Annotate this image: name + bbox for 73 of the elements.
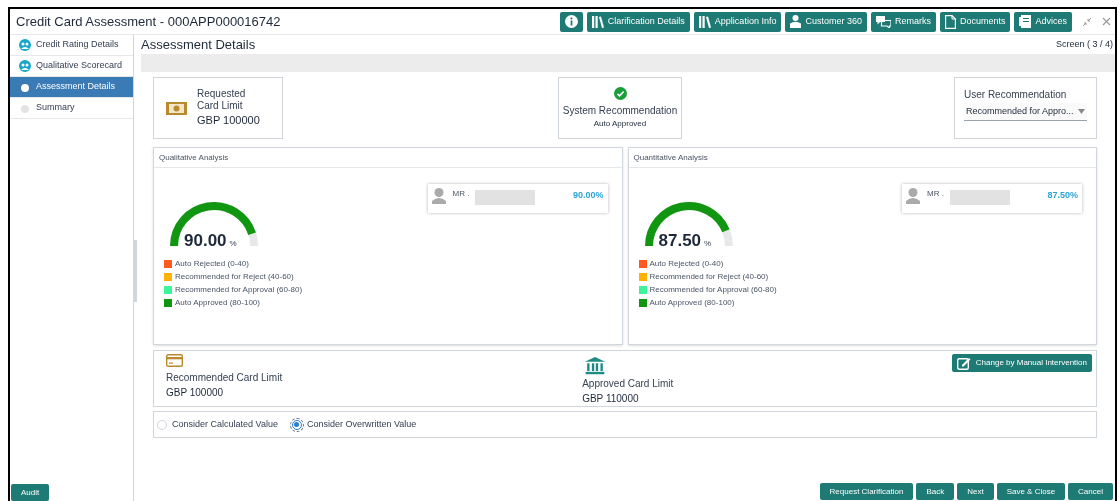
person-score: 90.00% bbox=[572, 189, 604, 202]
toolbar-button[interactable]: Clarification Details bbox=[586, 11, 690, 32]
legend-label: Auto Approved (80-100) bbox=[175, 297, 260, 309]
approved-limit-value: GBP 110000 bbox=[582, 392, 640, 406]
radio-option[interactable]: Consider Calculated Value bbox=[157, 417, 278, 432]
sidebar-item[interactable]: Credit Rating Details bbox=[10, 35, 133, 56]
document-icon bbox=[944, 14, 956, 29]
legend-label: Auto Approved (80-100) bbox=[649, 297, 735, 309]
sidebar-item[interactable]: Assessment Details bbox=[10, 77, 133, 98]
toolbar-button[interactable]: Advices bbox=[1014, 11, 1072, 32]
splitter-handle[interactable] bbox=[133, 240, 137, 302]
footer-button[interactable]: Audit bbox=[11, 484, 50, 501]
system-recommendation-label: System Recommendation bbox=[562, 103, 678, 118]
person-name: MR . bbox=[452, 188, 470, 200]
edit-icon bbox=[956, 356, 971, 370]
chat-icon bbox=[875, 15, 891, 28]
legend-label: Recommended for Reject (40-60) bbox=[175, 271, 294, 283]
panel-title: Qualitative Analysis bbox=[159, 151, 229, 164]
footer-button[interactable]: Request Clarification bbox=[819, 483, 914, 500]
window-title: Credit Card Assessment - 000APP000016742 bbox=[16, 12, 281, 31]
user-recommendation-label: User Recommendation bbox=[964, 88, 1068, 102]
toolbar-button[interactable]: Customer 360 bbox=[785, 11, 867, 32]
panel-title: Quantitative Analysis bbox=[633, 151, 708, 164]
page-title: Assessment Details bbox=[141, 38, 256, 51]
user-icon bbox=[431, 188, 446, 204]
step-pending-icon bbox=[21, 105, 29, 113]
system-recommendation-value: Auto Approved bbox=[593, 117, 647, 130]
stack-icon bbox=[1019, 15, 1032, 28]
step-done-icon bbox=[19, 60, 31, 72]
footer-button[interactable]: Save & Close bbox=[996, 483, 1066, 500]
gauge-score: 87.50 bbox=[658, 230, 702, 252]
books-icon bbox=[591, 15, 604, 28]
info-icon bbox=[564, 15, 578, 28]
legend-label: Auto Rejected (0-40) bbox=[175, 258, 249, 270]
legend-label: Auto Rejected (0-40) bbox=[649, 258, 724, 270]
step-done-icon bbox=[19, 39, 31, 51]
step-current-icon bbox=[21, 84, 29, 92]
gauge-score: 90.00 bbox=[184, 230, 227, 252]
banknote-icon bbox=[166, 101, 187, 115]
check-circle-icon bbox=[613, 86, 627, 100]
footer-button[interactable]: Next bbox=[957, 483, 994, 500]
redacted-bar bbox=[475, 190, 536, 205]
footer-button[interactable]: Cancel bbox=[1068, 483, 1113, 500]
toolbar-button[interactable]: Application Info bbox=[693, 11, 782, 32]
approved-limit-label: Approved Card Limit bbox=[582, 377, 674, 391]
recommended-limit-label: Recommended Card Limit bbox=[166, 371, 283, 385]
screen-counter: Screen ( 3 / 4) bbox=[1055, 37, 1113, 51]
books-icon bbox=[698, 15, 711, 28]
close-icon[interactable] bbox=[1102, 17, 1111, 26]
requested-limit-label: Requested Card Limit bbox=[197, 87, 247, 112]
redacted-bar bbox=[949, 190, 1010, 205]
legend-label: Recommended for Approval (60-80) bbox=[649, 284, 777, 296]
card-icon bbox=[166, 354, 183, 367]
toolbar-button[interactable]: Remarks bbox=[870, 11, 936, 32]
person-name: MR . bbox=[927, 188, 944, 200]
sidebar-item[interactable]: Summary bbox=[10, 98, 133, 119]
requested-limit-value: GBP 100000 bbox=[197, 112, 261, 128]
person-icon bbox=[790, 15, 802, 28]
person-score: 87.50% bbox=[1047, 189, 1078, 202]
percent-unit: % bbox=[704, 238, 712, 250]
recommended-limit-value: GBP 100000 bbox=[166, 386, 225, 400]
caret-icon bbox=[1078, 109, 1085, 114]
toolbar-button[interactable]: Documents bbox=[939, 11, 1011, 32]
info-button[interactable] bbox=[559, 11, 583, 32]
radio-option[interactable]: Consider Overwritten Value bbox=[291, 417, 417, 432]
manual-intervention-button[interactable]: Change by Manual Intervention bbox=[951, 354, 1092, 372]
user-icon bbox=[906, 188, 920, 204]
footer-button[interactable]: Back bbox=[916, 483, 955, 500]
percent-unit: % bbox=[229, 238, 237, 250]
legend-label: Recommended for Reject (40-60) bbox=[649, 271, 769, 283]
recommendation-dropdown[interactable]: Recommended for Appro... bbox=[964, 103, 1087, 121]
legend-label: Recommended for Approval (60-80) bbox=[175, 284, 303, 296]
minimize-icon[interactable] bbox=[1082, 16, 1092, 27]
